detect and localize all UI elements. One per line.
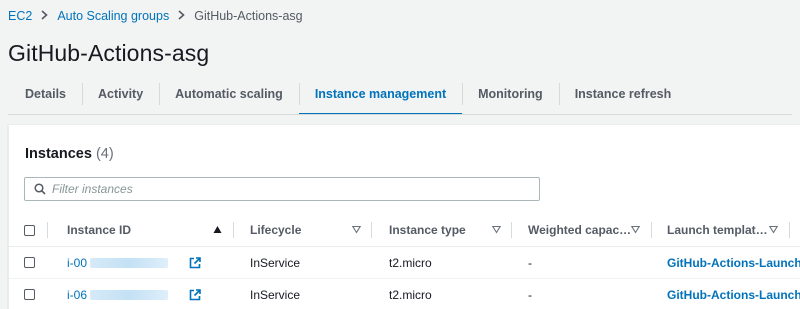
column-divider [371,222,372,238]
row-select-cell [24,247,35,278]
instance-type-cell: t2.micro [389,287,432,302]
column-divider [47,222,48,238]
table-row: i-00 InService t2.micro - GitHub-Actions… [9,247,800,278]
lifecycle-cell: InService [250,255,301,270]
column-divider [233,222,234,238]
sort-ascending-icon[interactable] [213,225,222,234]
sort-descending-icon[interactable] [631,225,640,234]
redacted-text [90,257,169,268]
tab-activity[interactable]: Activity [82,74,159,114]
table-row: i-06 InService t2.micro - GitHub-Actions… [9,278,800,309]
breadcrumb: EC2 Auto Scaling groups GitHub-Actions-a… [8,7,303,25]
row-checkbox[interactable] [24,289,35,300]
column-header-instance-type[interactable]: Instance type [389,213,466,247]
column-divider [651,222,652,238]
instances-title: Instances [25,146,92,162]
select-all-checkbox[interactable] [24,224,35,236]
breadcrumb-link-ec2[interactable]: EC2 [8,9,32,23]
launch-template-link[interactable]: GitHub-Actions-Launch [667,247,800,278]
chevron-right-icon [41,9,49,23]
tab-bar: Details Activity Automatic scaling Insta… [8,74,688,115]
sort-descending-icon[interactable] [492,225,501,234]
row-checkbox[interactable] [24,257,35,268]
column-header-weighted-capacity[interactable]: Weighted capac… [528,213,631,247]
table-header: Instance ID Lifecycle Instance type Weig… [9,213,800,247]
breadcrumb-link-auto-scaling-groups[interactable]: Auto Scaling groups [57,9,169,23]
instances-heading: Instances (4) [25,146,114,162]
filter-box [24,177,540,201]
tab-automatic-scaling[interactable]: Automatic scaling [159,74,299,114]
select-all-cell [24,213,35,247]
instances-table: Instance ID Lifecycle Instance type Weig… [9,213,800,309]
chevron-right-icon [178,9,185,23]
lifecycle-cell: InService [250,287,301,302]
tab-instance-refresh[interactable]: Instance refresh [558,74,688,114]
search-icon [34,183,46,195]
page-title: GitHub-Actions-asg [8,40,210,66]
column-header-launch-template[interactable]: Launch templat… [667,213,768,247]
column-divider [789,222,790,238]
tab-details[interactable]: Details [8,74,82,114]
instance-id-cell: i-06 [67,279,169,309]
weighted-capacity-cell: - [528,255,532,270]
external-link-icon[interactable] [189,257,201,269]
instances-count: (4) [95,146,114,162]
breadcrumb-current: GitHub-Actions-asg [194,9,303,23]
instance-id-link[interactable]: i-00 [67,256,87,270]
redacted-text [90,289,169,300]
launch-template-link[interactable]: GitHub-Actions-Launch [667,279,800,309]
column-header-lifecycle[interactable]: Lifecycle [250,213,301,247]
sort-descending-icon[interactable] [769,225,778,234]
filter-instances-input[interactable] [52,182,532,196]
tab-monitoring[interactable]: Monitoring [462,74,559,114]
instance-id-cell: i-00 [67,247,169,278]
external-link-icon[interactable] [189,289,201,301]
instance-type-cell: t2.micro [389,255,432,270]
sort-descending-icon[interactable] [352,225,361,234]
weighted-capacity-cell: - [528,287,532,302]
instance-id-link[interactable]: i-06 [67,288,87,302]
instances-panel: Instances (4) Instance ID Lifecycle Inst… [8,124,800,309]
tab-instance-management[interactable]: Instance management [298,74,463,115]
column-header-instance-id[interactable]: Instance ID [67,213,131,247]
column-divider [511,222,512,238]
tab-divider [8,114,792,115]
row-select-cell [24,279,35,309]
